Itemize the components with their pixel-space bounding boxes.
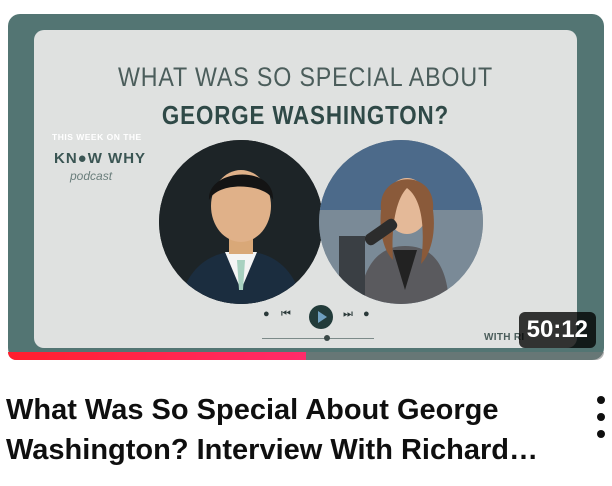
video-thumbnail[interactable]: WHAT WAS SO SPECIAL ABOUT GEORGE WASHING… [8,14,604,360]
skip-next-icon: ⏭ [343,308,353,320]
thumbnail-progress-knob [324,335,330,341]
more-vert-icon[interactable] [588,396,612,442]
video-title[interactable]: What Was So Special About George Washing… [6,390,546,470]
podcast-brand-week: THIS WEEK ON THE [52,132,142,142]
thumbnail-player-controls: ● ⏮ ⏭ ● [259,305,379,329]
watch-progress-fill [8,352,306,360]
video-meta: What Was So Special About George Washing… [0,390,612,486]
watch-progress-bar [8,352,604,360]
host-portrait [319,140,483,304]
thumbnail-headline-line2: GEORGE WASHINGTON? [161,100,450,130]
thumbnail-progress-line [262,338,374,339]
play-icon [309,305,333,329]
duration-badge: 50:12 [518,312,596,348]
thumbnail-panel: WHAT WAS SO SPECIAL ABOUT GEORGE WASHING… [34,30,577,348]
video-card: WHAT WAS SO SPECIAL ABOUT GEORGE WASHING… [0,0,612,486]
podcast-brand-sub: podcast [70,169,113,183]
guest-portrait [159,140,323,304]
dot-icon: ● [363,308,370,320]
thumbnail-headline-line1: WHAT WAS SO SPECIAL ABOUT [117,62,494,92]
podcast-brand-name: KN●W WHY [54,150,147,167]
dot-icon: ● [263,308,270,320]
skip-previous-icon: ⏮ [281,308,291,320]
